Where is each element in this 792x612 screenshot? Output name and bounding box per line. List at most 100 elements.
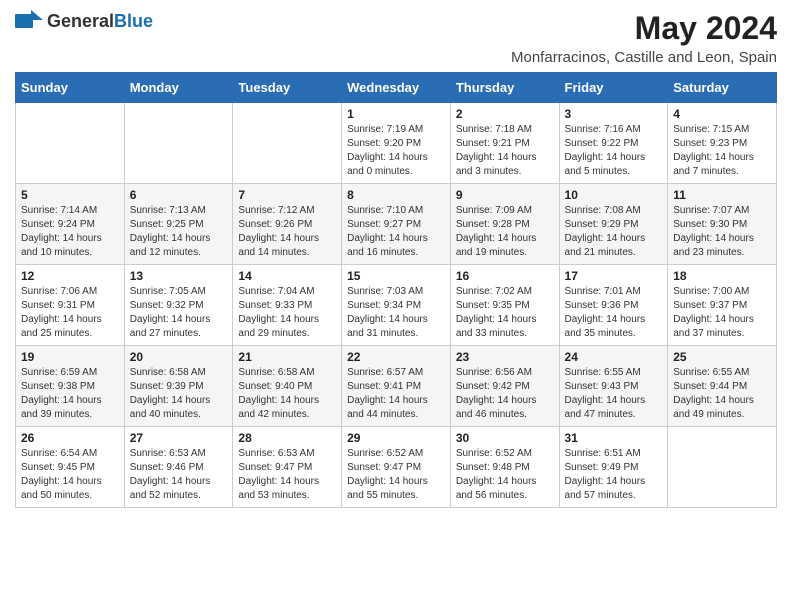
day-number: 31 [565,431,663,445]
calendar-cell: 26Sunrise: 6:54 AMSunset: 9:45 PMDayligh… [16,427,125,508]
day-info: Sunrise: 7:19 AMSunset: 9:20 PMDaylight:… [347,123,445,179]
day-info: Sunrise: 6:52 AMSunset: 9:48 PMDaylight:… [456,447,554,503]
day-info: Sunrise: 6:54 AMSunset: 9:45 PMDaylight:… [21,447,119,503]
day-info: Sunrise: 7:13 AMSunset: 9:25 PMDaylight:… [130,204,228,260]
day-number: 4 [673,107,771,121]
day-number: 19 [21,350,119,364]
calendar-cell: 12 Sunrise: 7:06 AMSunset: 9:31 PMDayligh… [16,265,125,346]
day-info: Sunrise: 7:12 AMSunset: 9:26 PMDaylight:… [238,204,336,260]
day-number: 17 [565,269,663,283]
calendar-week-row: 5 Sunrise: 7:14 AMSunset: 9:24 PMDaylight… [16,184,777,265]
calendar-cell: 21 Sunrise: 6:58 AMSunset: 9:40 PMDayligh… [233,346,342,427]
calendar-cell: 27Sunrise: 6:53 AMSunset: 9:46 PMDayligh… [124,427,233,508]
day-number: 25 [673,350,771,364]
day-info: Sunrise: 7:06 AMSunset: 9:31 PMDaylight:… [21,285,119,341]
day-info: Sunrise: 7:04 AMSunset: 9:33 PMDaylight:… [238,285,336,341]
day-info: Sunrise: 6:55 AMSunset: 9:44 PMDaylight:… [673,366,771,422]
day-number: 28 [238,431,336,445]
day-header-wednesday: Wednesday [342,73,451,103]
calendar-cell: 1 Sunrise: 7:19 AMSunset: 9:20 PMDaylight… [342,103,451,184]
calendar-cell: 6Sunrise: 7:13 AMSunset: 9:25 PMDaylight… [124,184,233,265]
day-header-sunday: Sunday [16,73,125,103]
calendar-cell: 15 Sunrise: 7:03 AMSunset: 9:34 PMDayligh… [342,265,451,346]
calendar-week-row: 19 Sunrise: 6:59 AMSunset: 9:38 PMDayligh… [16,346,777,427]
day-number: 20 [130,350,228,364]
day-header-tuesday: Tuesday [233,73,342,103]
day-number: 24 [565,350,663,364]
calendar-cell [233,103,342,184]
calendar-cell: 20 Sunrise: 6:58 AMSunset: 9:39 PMDayligh… [124,346,233,427]
day-info: Sunrise: 6:51 AMSunset: 9:49 PMDaylight:… [565,447,663,503]
day-number: 21 [238,350,336,364]
day-number: 7 [238,188,336,202]
calendar-cell: 10Sunrise: 7:08 AMSunset: 9:29 PMDayligh… [559,184,668,265]
day-info: Sunrise: 6:56 AMSunset: 9:42 PMDaylight:… [456,366,554,422]
day-info: Sunrise: 7:00 AMSunset: 9:37 PMDaylight:… [673,285,771,341]
day-number: 16 [456,269,554,283]
day-info: Sunrise: 6:57 AMSunset: 9:41 PMDaylight:… [347,366,445,422]
day-info: Sunrise: 7:15 AMSunset: 9:23 PMDaylight:… [673,123,771,179]
calendar-week-row: 12 Sunrise: 7:06 AMSunset: 9:31 PMDayligh… [16,265,777,346]
calendar-cell: 17 Sunrise: 7:01 AMSunset: 9:36 PMDayligh… [559,265,668,346]
day-number: 23 [456,350,554,364]
sub-title: Monfarracinos, Castille and Leon, Spain [511,49,777,66]
day-info: Sunrise: 7:03 AMSunset: 9:34 PMDaylight:… [347,285,445,341]
calendar-cell: 5 Sunrise: 7:14 AMSunset: 9:24 PMDaylight… [16,184,125,265]
day-info: Sunrise: 7:18 AMSunset: 9:21 PMDaylight:… [456,123,554,179]
logo-general-text: General [47,11,114,31]
day-number: 11 [673,188,771,202]
calendar-cell: 24 Sunrise: 6:55 AMSunset: 9:43 PMDayligh… [559,346,668,427]
calendar-cell: 4 Sunrise: 7:15 AMSunset: 9:23 PMDaylight… [668,103,777,184]
calendar-cell: 16 Sunrise: 7:02 AMSunset: 9:35 PMDayligh… [450,265,559,346]
calendar-cell: 9 Sunrise: 7:09 AMSunset: 9:28 PMDaylight… [450,184,559,265]
day-info: Sunrise: 7:05 AMSunset: 9:32 PMDaylight:… [130,285,228,341]
calendar-cell: 11 Sunrise: 7:07 AMSunset: 9:30 PMDayligh… [668,184,777,265]
day-info: Sunrise: 7:10 AMSunset: 9:27 PMDaylight:… [347,204,445,260]
day-number: 29 [347,431,445,445]
day-info: Sunrise: 7:14 AMSunset: 9:24 PMDaylight:… [21,204,119,260]
day-info: Sunrise: 6:55 AMSunset: 9:43 PMDaylight:… [565,366,663,422]
calendar-week-row: 1 Sunrise: 7:19 AMSunset: 9:20 PMDaylight… [16,103,777,184]
day-header-friday: Friday [559,73,668,103]
day-info: Sunrise: 7:07 AMSunset: 9:30 PMDaylight:… [673,204,771,260]
calendar-cell: 2Sunrise: 7:18 AMSunset: 9:21 PMDaylight… [450,103,559,184]
day-info: Sunrise: 7:09 AMSunset: 9:28 PMDaylight:… [456,204,554,260]
day-number: 15 [347,269,445,283]
title-area: May 2024 Monfarracinos, Castille and Leo… [511,10,777,66]
calendar-cell: 8 Sunrise: 7:10 AMSunset: 9:27 PMDaylight… [342,184,451,265]
calendar-cell [124,103,233,184]
calendar-cell: 3Sunrise: 7:16 AMSunset: 9:22 PMDaylight… [559,103,668,184]
day-number: 18 [673,269,771,283]
header: GeneralBlue May 2024 Monfarracinos, Cast… [15,10,777,66]
day-number: 9 [456,188,554,202]
day-number: 5 [21,188,119,202]
day-header-monday: Monday [124,73,233,103]
day-number: 10 [565,188,663,202]
day-number: 30 [456,431,554,445]
day-number: 8 [347,188,445,202]
logo-blue-text: Blue [114,11,153,31]
day-info: Sunrise: 6:59 AMSunset: 9:38 PMDaylight:… [21,366,119,422]
calendar-cell: 28Sunrise: 6:53 AMSunset: 9:47 PMDayligh… [233,427,342,508]
calendar-cell [668,427,777,508]
day-number: 14 [238,269,336,283]
day-info: Sunrise: 7:01 AMSunset: 9:36 PMDaylight:… [565,285,663,341]
day-info: Sunrise: 7:16 AMSunset: 9:22 PMDaylight:… [565,123,663,179]
calendar-cell: 14 Sunrise: 7:04 AMSunset: 9:33 PMDayligh… [233,265,342,346]
calendar-week-row: 26Sunrise: 6:54 AMSunset: 9:45 PMDayligh… [16,427,777,508]
day-number: 12 [21,269,119,283]
logo: GeneralBlue [15,10,153,32]
calendar-cell: 7 Sunrise: 7:12 AMSunset: 9:26 PMDaylight… [233,184,342,265]
calendar-cell: 25 Sunrise: 6:55 AMSunset: 9:44 PMDayligh… [668,346,777,427]
main-title: May 2024 [511,10,777,47]
calendar-table: SundayMondayTuesdayWednesdayThursdayFrid… [15,72,777,508]
day-info: Sunrise: 6:58 AMSunset: 9:39 PMDaylight:… [130,366,228,422]
day-number: 1 [347,107,445,121]
day-number: 27 [130,431,228,445]
calendar-cell: 29Sunrise: 6:52 AMSunset: 9:47 PMDayligh… [342,427,451,508]
day-header-thursday: Thursday [450,73,559,103]
calendar-cell: 19 Sunrise: 6:59 AMSunset: 9:38 PMDayligh… [16,346,125,427]
day-info: Sunrise: 6:58 AMSunset: 9:40 PMDaylight:… [238,366,336,422]
calendar-cell: 23 Sunrise: 6:56 AMSunset: 9:42 PMDayligh… [450,346,559,427]
day-info: Sunrise: 7:02 AMSunset: 9:35 PMDaylight:… [456,285,554,341]
